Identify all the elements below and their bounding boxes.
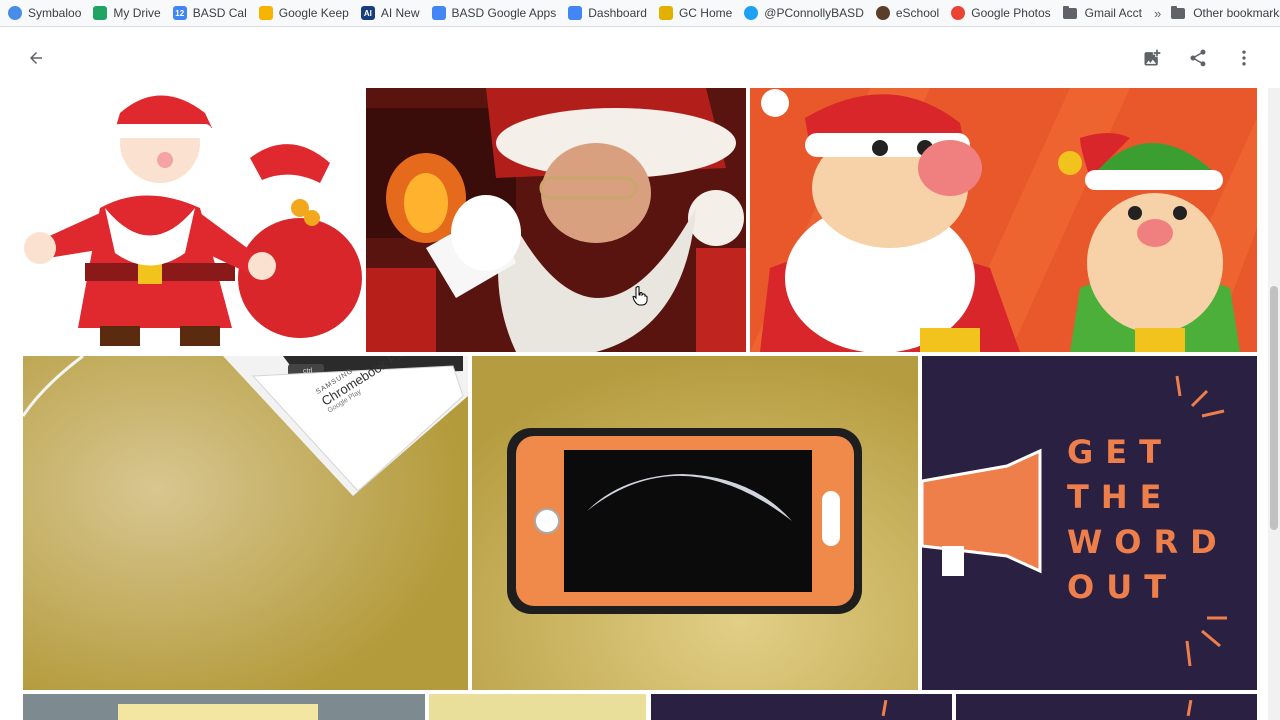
bookmarks-overflow-button[interactable]: »: [1154, 6, 1161, 21]
eschool-icon: [875, 6, 890, 20]
other-bookmarks-label: Other bookmarks: [1193, 6, 1280, 20]
bookmark-label: Gmail Acct: [1084, 6, 1142, 20]
bookmark-label: BASD Google Apps: [451, 6, 557, 20]
bookmarks-bar: Symbaloo My Drive 12 BASD Cal Google Keep AI A…: [0, 0, 1280, 27]
add-photo-button[interactable]: [1134, 40, 1170, 76]
photo-row3-3[interactable]: [651, 694, 952, 720]
share-icon: [1190, 49, 1206, 67]
photo-row3-4[interactable]: [956, 694, 1257, 720]
bookmark-item[interactable]: 12 BASD Cal: [172, 2, 247, 24]
photo-row3-2[interactable]: [429, 694, 646, 720]
note-card-shape: [118, 704, 318, 720]
bookmark-label: BASD Cal: [192, 6, 247, 20]
more-vert-icon: [1242, 50, 1246, 66]
chromebook-box-image: [23, 356, 468, 690]
classroom-icon: [658, 6, 673, 20]
other-bookmarks-button[interactable]: Other bookmarks: [1171, 2, 1280, 24]
bookmark-item[interactable]: @PConnollyBASD: [744, 2, 864, 24]
photo-santa-cartoon[interactable]: [0, 88, 363, 352]
hand-cursor-icon: [632, 286, 648, 306]
bookmark-item[interactable]: Dashboard: [568, 2, 647, 24]
sites-icon: [431, 6, 446, 20]
folder-icon: [1062, 5, 1077, 19]
bookmark-item[interactable]: GC Home: [658, 2, 733, 24]
bookmark-item[interactable]: BASD Google Apps: [431, 2, 557, 24]
photo-album-header: [0, 28, 1280, 88]
bookmark-label: eSchool: [895, 6, 940, 20]
share-button[interactable]: [1180, 40, 1216, 76]
poster-text: GET THE WORD OUT: [1067, 433, 1229, 606]
photo-chromebook-box[interactable]: SAMSUNG Chromebook Plus Google Play ctrl: [23, 356, 468, 690]
bookmark-item[interactable]: eSchool: [875, 2, 940, 24]
bookmark-label: Dashboard: [588, 6, 647, 20]
classroom-dashboard-icon: [568, 6, 583, 20]
twitter-icon: [744, 6, 759, 20]
bookmark-item[interactable]: My Drive: [93, 2, 161, 24]
back-button[interactable]: [18, 40, 54, 76]
santa-photo-image: [366, 88, 746, 352]
arrow-back-icon: [30, 52, 42, 64]
bookmark-label: GC Home: [678, 6, 733, 20]
keyboard-key-label: ctrl: [303, 368, 313, 375]
scrollbar-thumb[interactable]: [1270, 286, 1278, 530]
bookmark-item[interactable]: Symbaloo: [8, 2, 81, 24]
photo-row3-1[interactable]: [23, 694, 425, 720]
bookmark-label: My Drive: [113, 6, 161, 20]
bookmark-label: Google Keep: [278, 6, 349, 20]
photos-icon: [951, 6, 966, 20]
keep-icon: [258, 6, 273, 20]
bookmark-label: Google Photos: [971, 6, 1051, 20]
santa-cartoon-image: [24, 95, 362, 346]
google-drive-icon: [93, 6, 108, 20]
ai-icon: AI: [360, 6, 375, 20]
add-photo-icon: [1144, 49, 1161, 66]
photo-santa-elf-cartoon[interactable]: [750, 88, 1257, 352]
calendar-icon: 12: [172, 6, 187, 20]
symbaloo-icon: [8, 6, 22, 20]
phone-moon-image: [472, 356, 918, 690]
photo-grid: SAMSUNG Chromebook Plus Google Play ctrl: [0, 88, 1280, 720]
bookmark-item[interactable]: AI AI New: [360, 2, 420, 24]
bookmark-item[interactable]: Gmail Acct: [1062, 2, 1142, 24]
photo-phone-moon[interactable]: [472, 356, 918, 690]
folder-icon: [1171, 5, 1186, 19]
bookmark-item[interactable]: Google Keep: [258, 2, 349, 24]
bookmark-label: AI New: [380, 6, 420, 20]
bookmark-item[interactable]: Google Photos: [951, 2, 1051, 24]
photo-santa[interactable]: [366, 88, 746, 352]
more-options-button[interactable]: [1226, 40, 1262, 76]
accent-ray: [1186, 699, 1193, 717]
santa-elf-cartoon-image: [750, 88, 1257, 352]
bookmark-label: @PConnollyBASD: [764, 6, 864, 20]
bookmark-label: Symbaloo: [28, 6, 82, 20]
accent-ray: [881, 699, 888, 717]
